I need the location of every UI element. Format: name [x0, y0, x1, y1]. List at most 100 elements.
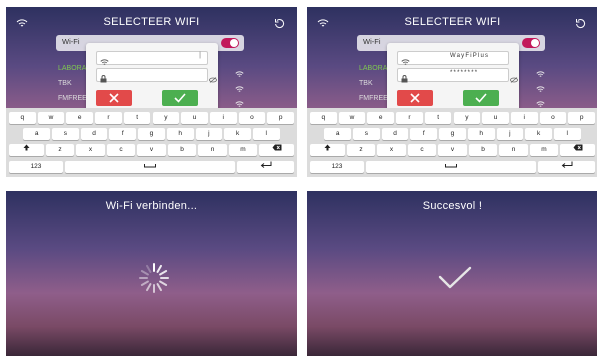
- key-w[interactable]: w: [338, 112, 366, 124]
- key-y[interactable]: y: [152, 112, 180, 124]
- space-key[interactable]: [65, 161, 235, 173]
- wifi-credentials-dialog: |: [86, 43, 218, 111]
- key-a[interactable]: a: [324, 128, 352, 140]
- key-t[interactable]: t: [123, 112, 151, 124]
- network-name: LABORA: [58, 65, 87, 72]
- numbers-mode-key[interactable]: 123: [9, 161, 63, 173]
- space-icon: [144, 164, 156, 168]
- key-h[interactable]: h: [166, 128, 194, 140]
- key-p[interactable]: p: [267, 112, 294, 124]
- password-value: ********: [450, 70, 479, 76]
- key-j[interactable]: j: [496, 128, 524, 140]
- back-icon[interactable]: [274, 16, 285, 34]
- connecting-screen: Wi-Fi verbinden...: [6, 191, 297, 356]
- key-q[interactable]: q: [310, 112, 337, 124]
- wifi-credentials-dialog: WayFiPlus ********: [387, 43, 519, 111]
- key-c[interactable]: c: [106, 144, 136, 156]
- ssid-input[interactable]: |: [96, 51, 208, 65]
- key-z[interactable]: z: [346, 144, 376, 156]
- key-f[interactable]: f: [410, 128, 438, 140]
- key-a[interactable]: a: [23, 128, 51, 140]
- network-name: FMFREE: [359, 95, 388, 102]
- back-icon[interactable]: [575, 16, 586, 34]
- key-v[interactable]: v: [137, 144, 166, 156]
- key-x[interactable]: x: [76, 144, 105, 156]
- eye-hidden-icon[interactable]: [209, 70, 217, 88]
- wifi-toggle[interactable]: [522, 38, 540, 48]
- key-y[interactable]: y: [453, 112, 481, 124]
- key-z[interactable]: z: [45, 144, 75, 156]
- key-l[interactable]: l: [252, 128, 280, 140]
- success-screen: Succesvol !: [307, 191, 597, 356]
- key-k[interactable]: k: [224, 128, 251, 140]
- key-d[interactable]: d: [381, 128, 409, 140]
- key-u[interactable]: u: [482, 112, 509, 124]
- key-o[interactable]: o: [238, 112, 266, 124]
- wifi-select-screen-filled: SELECTEER WIFI Wi-Fi LABORA TBK FMFREE W…: [307, 7, 597, 177]
- key-l[interactable]: l: [553, 128, 581, 140]
- key-o[interactable]: o: [539, 112, 567, 124]
- ssid-input[interactable]: WayFiPlus: [397, 51, 509, 65]
- key-e[interactable]: e: [367, 112, 395, 124]
- enter-key[interactable]: [237, 161, 294, 173]
- password-input[interactable]: ********: [397, 68, 518, 83]
- key-r[interactable]: r: [95, 112, 122, 124]
- key-b[interactable]: b: [167, 144, 197, 156]
- confirm-button[interactable]: [162, 90, 198, 106]
- key-b[interactable]: b: [468, 144, 498, 156]
- text-caret: |: [199, 52, 201, 59]
- key-q[interactable]: q: [9, 112, 36, 124]
- enter-icon: [561, 161, 572, 168]
- backspace-key[interactable]: [259, 144, 294, 156]
- cancel-button[interactable]: [96, 90, 132, 106]
- enter-icon: [260, 161, 271, 168]
- key-u[interactable]: u: [181, 112, 208, 124]
- key-c[interactable]: c: [407, 144, 437, 156]
- key-s[interactable]: s: [52, 128, 79, 140]
- key-j[interactable]: j: [195, 128, 223, 140]
- key-w[interactable]: w: [37, 112, 65, 124]
- key-h[interactable]: h: [467, 128, 495, 140]
- enter-key[interactable]: [538, 161, 595, 173]
- wifi-label: Wi-Fi: [363, 37, 381, 46]
- check-icon: [475, 93, 487, 103]
- key-s[interactable]: s: [353, 128, 380, 140]
- key-r[interactable]: r: [396, 112, 423, 124]
- key-v[interactable]: v: [438, 144, 467, 156]
- key-t[interactable]: t: [424, 112, 452, 124]
- shift-key[interactable]: [9, 144, 44, 156]
- key-m[interactable]: m: [228, 144, 258, 156]
- shift-key[interactable]: [310, 144, 345, 156]
- key-m[interactable]: m: [529, 144, 559, 156]
- shift-icon: [324, 144, 331, 151]
- key-x[interactable]: x: [377, 144, 406, 156]
- wifi-toggle[interactable]: [221, 38, 239, 48]
- numbers-mode-key[interactable]: 123: [310, 161, 364, 173]
- key-i[interactable]: i: [510, 112, 538, 124]
- connecting-message: Wi-Fi verbinden...: [105, 200, 198, 212]
- key-d[interactable]: d: [80, 128, 108, 140]
- password-input[interactable]: [96, 68, 217, 83]
- key-i[interactable]: i: [209, 112, 237, 124]
- key-g[interactable]: g: [138, 128, 165, 140]
- key-e[interactable]: e: [66, 112, 94, 124]
- on-screen-keyboard: q w e r t y u i o p a s d f g h j k l z x c v b n m 123: [6, 108, 297, 177]
- lock-icon: [100, 70, 107, 88]
- backspace-key[interactable]: [560, 144, 595, 156]
- key-n[interactable]: n: [499, 144, 528, 156]
- key-f[interactable]: f: [109, 128, 137, 140]
- key-g[interactable]: g: [439, 128, 466, 140]
- page-title: SELECTEER WIFI: [103, 16, 200, 28]
- cancel-button[interactable]: [397, 90, 433, 106]
- close-icon: [109, 93, 119, 103]
- key-n[interactable]: n: [198, 144, 227, 156]
- ssid-value: WayFiPlus: [450, 53, 490, 59]
- eye-hidden-icon[interactable]: [510, 70, 518, 88]
- check-icon: [438, 266, 472, 295]
- network-name: FMFREE: [58, 95, 87, 102]
- key-p[interactable]: p: [568, 112, 595, 124]
- key-k[interactable]: k: [525, 128, 552, 140]
- confirm-button[interactable]: [463, 90, 499, 106]
- space-key[interactable]: [366, 161, 536, 173]
- backspace-icon: [272, 144, 282, 151]
